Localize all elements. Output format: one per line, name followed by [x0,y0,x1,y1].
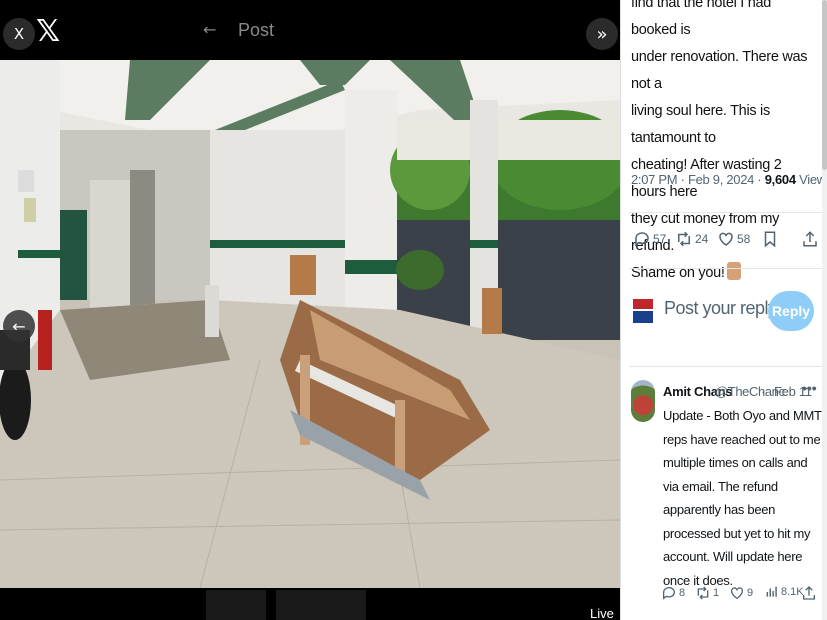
repost-count: 24 [695,232,709,246]
user-avatar[interactable] [631,296,655,326]
renovation-photo [0,60,620,588]
reply-text: Update - Both Oyo and MMT reps have reac… [663,408,822,588]
media-viewer: X 𝕏 ← Post » ← Live [0,0,620,620]
post-photo [0,60,620,588]
live-label: Live [590,606,614,620]
reply-repost-button[interactable]: 1 [695,585,719,601]
next-chevrons-icon[interactable]: » [586,18,618,50]
reply-count: 57 [653,232,667,246]
tweet-meta: 2:07 PM · Feb 9, 2024 · 9,604 Views [631,172,827,187]
divider [629,212,823,213]
thumbs-down-emoji-icon [726,262,741,280]
share-button[interactable] [801,230,821,248]
views-count: 9,604 [764,172,796,187]
close-icon: X [13,25,25,43]
share-icon [803,231,817,247]
like-button[interactable]: 58 [717,230,750,248]
prev-arrow-icon[interactable]: ← [3,310,35,342]
reply-button[interactable]: 57 [633,230,666,248]
reply-input[interactable]: Post your reply [664,298,777,319]
reply-author-avatar[interactable] [631,380,655,422]
meta-separator: · [757,172,762,187]
tweet-date[interactable]: Feb 9, 2024 [688,172,754,187]
reply-actions: 8 1 9 8.1K [661,585,826,605]
divider [629,268,823,269]
scrollbar-thumb[interactable] [822,0,827,170]
more-options-icon[interactable]: ••• [802,380,817,396]
viewer-header: X 𝕏 ← Post » [0,0,620,60]
reply-views-button[interactable]: 8.1K [765,585,804,599]
tweet-text-line: living soul here. This is tantamount to [631,103,770,146]
back-arrow-icon[interactable]: ← [203,20,216,39]
reply-submit-button[interactable]: Reply [768,291,814,331]
reply-reply-count: 8 [679,587,686,599]
tweet-text-line: under renovation. There was not a [631,49,808,92]
bookmark-button[interactable] [761,230,781,248]
bookmark-icon [764,231,776,248]
reply-icon [662,587,675,600]
video-thumbnail[interactable] [206,590,266,620]
share-icon [803,586,815,600]
reply-like-count: 9 [747,587,754,599]
repost-icon [678,231,690,247]
views-icon [766,586,777,597]
reply-separator: · [761,384,766,399]
scrollbar[interactable] [822,0,827,620]
like-icon [719,232,733,246]
post-title: Post [238,20,275,40]
reply-icon [635,232,649,247]
reply-repost-count: 1 [713,587,720,599]
tweet-text-line: Shame on you! [631,260,819,287]
post-panel: find that the hotel I had booked is unde… [620,0,827,620]
repost-icon [697,586,709,600]
reply-like-button[interactable]: 9 [729,585,753,601]
like-icon [731,587,743,600]
video-thumbnail[interactable] [276,590,366,620]
meta-separator: · [680,172,685,187]
like-count: 58 [737,232,751,246]
x-logo-icon[interactable]: 𝕏 [36,14,60,49]
repost-button[interactable]: 24 [675,230,708,248]
tweet-actions: 57 24 58 [631,230,821,252]
reply-reply-button[interactable]: 8 [661,585,685,601]
divider [629,366,823,367]
tweet-text-line: find that the hotel I had booked is [631,0,772,38]
reply-share-button[interactable] [801,585,819,601]
close-button[interactable]: X [3,18,35,50]
tweet-time[interactable]: 2:07 PM [631,172,678,187]
